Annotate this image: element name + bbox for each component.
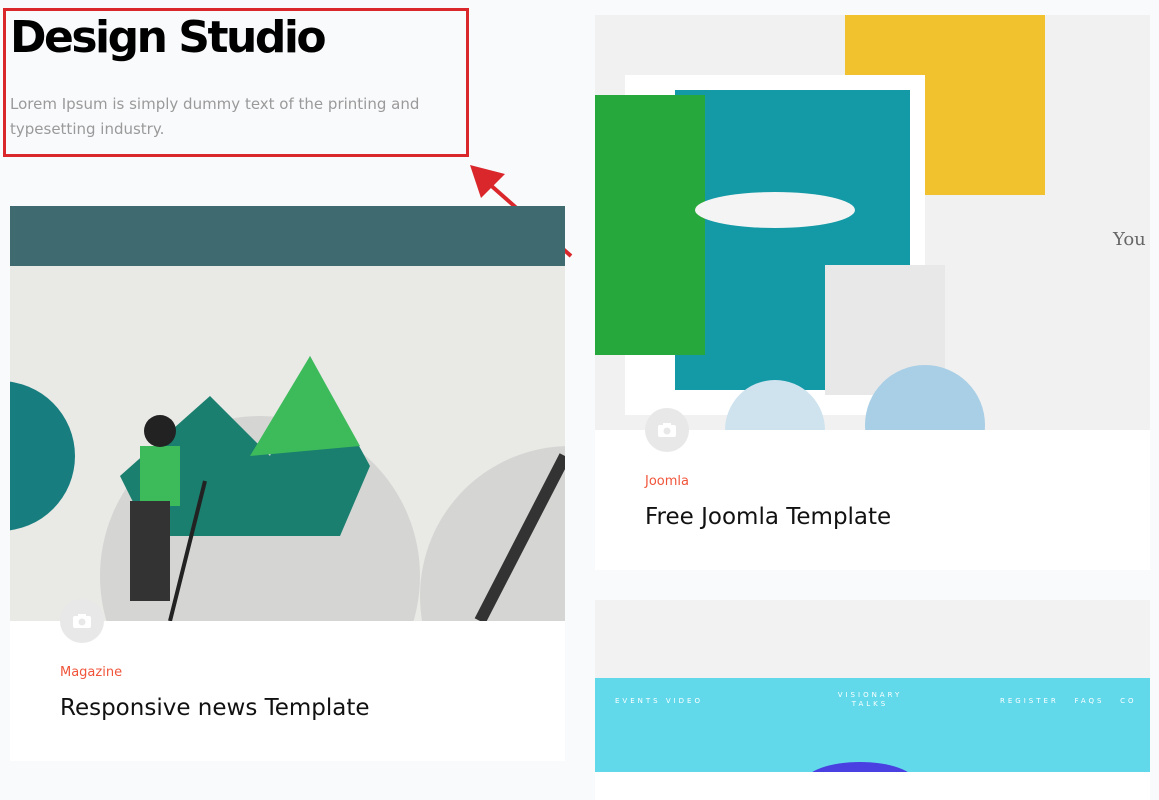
travel-papercraft-illustration: You (595, 15, 1146, 430)
highlight-box (3, 8, 469, 157)
card-thumbnail[interactable] (10, 206, 565, 621)
thumb-nav-right: REGISTER FAQS CO (1000, 697, 1137, 705)
thumb-logo: VISIONARY TALKS (837, 691, 903, 708)
card-visionary-talks[interactable]: EVENTS VIDEO VISIONARY TALKS REGISTER FA… (595, 600, 1150, 800)
mountain-hiker-illustration (10, 206, 565, 621)
thumb-nav-left: EVENTS VIDEO (615, 697, 703, 705)
card-thumbnail[interactable]: EVENTS VIDEO VISIONARY TALKS REGISTER FA… (595, 600, 1150, 772)
card-title[interactable]: Responsive news Template (60, 695, 370, 721)
card-category[interactable]: Magazine (60, 665, 122, 680)
svg-text:You: You (1112, 229, 1146, 250)
card-category[interactable]: Joomla (645, 474, 689, 489)
card-joomla[interactable]: You Joomla Free Joomla Template (595, 15, 1150, 570)
camera-icon (60, 599, 104, 643)
card-title[interactable]: Free Joomla Template (645, 504, 891, 530)
card-magazine[interactable]: Magazine Responsive news Template (10, 206, 565, 761)
card-thumbnail[interactable]: You (595, 15, 1150, 430)
camera-icon (645, 408, 689, 452)
